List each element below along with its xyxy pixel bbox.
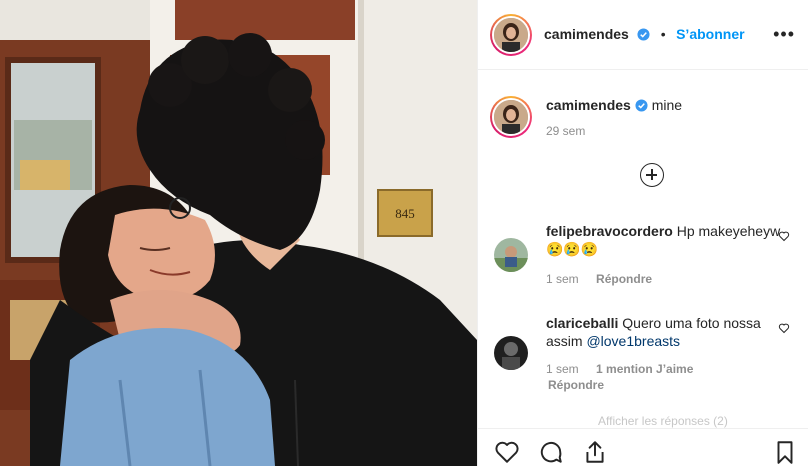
comment-body: felipebravocordero Hp makeyeheyw 😢😢😢 bbox=[546, 222, 786, 258]
author-username[interactable]: camimendes bbox=[544, 26, 629, 42]
plus-circle-icon[interactable] bbox=[640, 163, 664, 187]
comment-meta: 1 sem Répondre bbox=[546, 272, 666, 286]
post-side-panel: camimendes • S’abonner ••• camimendes mi… bbox=[477, 0, 808, 466]
comment-body: clariceballi Quero uma foto nossa assim … bbox=[546, 314, 786, 350]
comment-meta: 1 sem 1 mention J’aime bbox=[546, 362, 707, 376]
commenter-avatar[interactable] bbox=[494, 238, 528, 272]
action-bar bbox=[478, 428, 808, 466]
comment-like-heart-icon[interactable] bbox=[778, 322, 790, 334]
comment-like-heart-icon[interactable] bbox=[778, 230, 790, 242]
caption-timestamp[interactable]: 29 sem bbox=[546, 124, 585, 138]
verified-badge-icon bbox=[635, 99, 648, 112]
plaque-number: 845 bbox=[395, 206, 415, 221]
caption-body: mine bbox=[651, 97, 683, 113]
author-avatar-image bbox=[494, 18, 528, 52]
comment-time[interactable]: 1 sem bbox=[546, 272, 579, 286]
reply-button[interactable]: Répondre bbox=[548, 378, 604, 392]
comment-likes-count[interactable]: 1 mention J’aime bbox=[596, 362, 693, 376]
comment-text: Hp makeyeheyw bbox=[676, 223, 781, 239]
bookmark-icon[interactable] bbox=[772, 439, 798, 465]
commenter-avatar-image bbox=[494, 336, 528, 370]
caption-avatar[interactable] bbox=[490, 96, 532, 138]
caption-avatar-image bbox=[494, 100, 528, 134]
commenter-avatar[interactable] bbox=[494, 336, 528, 370]
header-separator: • bbox=[660, 26, 666, 42]
reply-button[interactable]: Répondre bbox=[596, 272, 652, 286]
comment-emoji: 😢😢😢 bbox=[546, 241, 599, 257]
post-photo-illustration: 845 bbox=[0, 0, 477, 466]
commenter-avatar-image bbox=[494, 238, 528, 272]
view-replies-link[interactable]: Afficher les réponses (2) bbox=[598, 414, 728, 428]
more-options-icon[interactable]: ••• bbox=[773, 24, 795, 45]
commenter-username[interactable]: felipebravocordero bbox=[546, 223, 673, 239]
comment-time[interactable]: 1 sem bbox=[546, 362, 579, 376]
comment-mention-link[interactable]: @love1breasts bbox=[586, 333, 680, 349]
post-header: camimendes • S’abonner ••• bbox=[478, 0, 808, 70]
commenter-username[interactable]: clariceballi bbox=[546, 315, 618, 331]
header-user-line: camimendes • S’abonner bbox=[544, 26, 745, 44]
post-photo[interactable]: 845 bbox=[0, 0, 477, 466]
follow-button[interactable]: S’abonner bbox=[676, 26, 744, 42]
share-icon[interactable] bbox=[582, 439, 608, 465]
caption-username[interactable]: camimendes bbox=[546, 97, 631, 113]
heart-icon[interactable] bbox=[494, 439, 520, 465]
author-avatar[interactable] bbox=[490, 14, 532, 56]
caption-text-line: camimendes mine bbox=[546, 96, 682, 114]
verified-badge-icon bbox=[637, 28, 650, 41]
comment-icon[interactable] bbox=[538, 439, 564, 465]
comment-meta-reply: Répondre bbox=[548, 378, 618, 392]
